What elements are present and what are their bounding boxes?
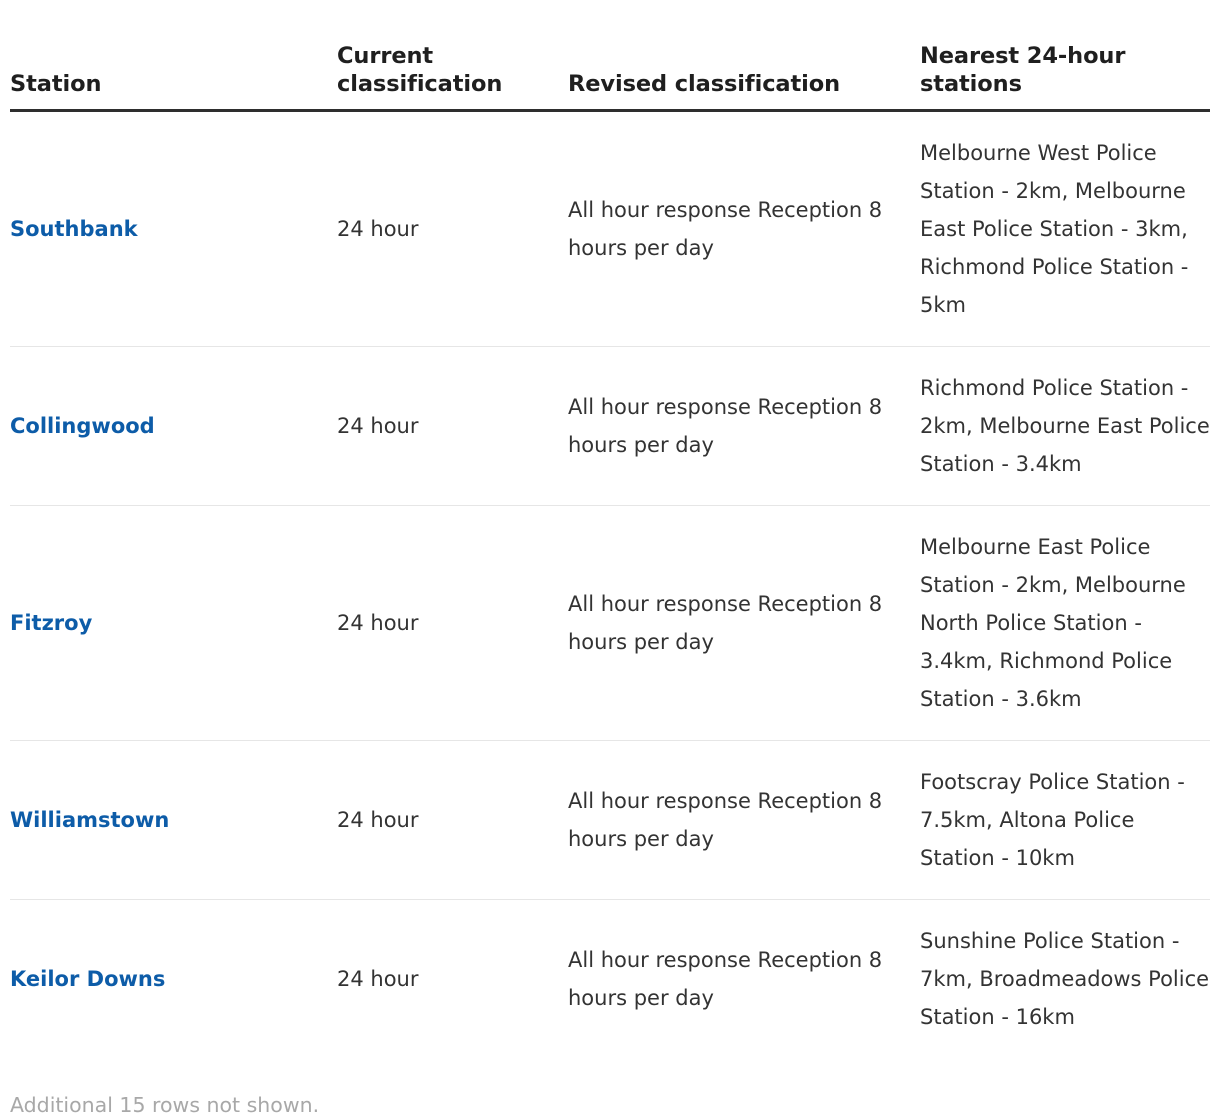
cell-current-classification: 24 hour (337, 110, 568, 347)
cell-nearest-stations: Richmond Police Station - 2km, Melbourne… (920, 346, 1210, 506)
table-header: Station Current classification Revised c… (10, 0, 1210, 112)
cell-current-classification: 24 hour (337, 966, 419, 991)
cell-station: Fitzroy (10, 505, 337, 741)
station-link[interactable]: Keilor Downs (10, 967, 165, 991)
table-row: Fitzroy 24 hour All hour response Recept… (10, 505, 1210, 741)
table-row: Collingwood 24 hour All hour response Re… (10, 346, 1210, 506)
cell-station: Southbank (10, 110, 337, 347)
table-row: Southbank 24 hour All hour response Rece… (10, 110, 1210, 347)
station-link[interactable]: Collingwood (10, 414, 155, 438)
cell-revised-classification: All hour response Reception 8 hours per … (568, 110, 920, 347)
table-header-row: Station Current classification Revised c… (10, 0, 1210, 112)
table-row: Williamstown 24 hour All hour response R… (10, 740, 1210, 900)
station-link[interactable]: Williamstown (10, 808, 169, 832)
cell-current-classification: 24 hour (337, 740, 568, 900)
column-header-station: Station (10, 0, 337, 112)
page-root: Station Current classification Revised c… (0, 0, 1220, 1118)
station-link[interactable]: Fitzroy (10, 611, 92, 635)
cell-station: Williamstown (10, 740, 337, 900)
cell-revised-classification: All hour response Reception 8 hours per … (568, 505, 920, 741)
truncation-note: Additional 15 rows not shown. (10, 1092, 320, 1117)
cell-revised-classification: All hour response Reception 8 hours per … (568, 740, 920, 900)
cell-nearest-stations: Sunshine Police Station - 7km, Broadmead… (920, 928, 1210, 1029)
cell-station: Collingwood (10, 346, 337, 506)
column-header-nearest-24-hour-stations: Nearest 24-hour stations (920, 0, 1210, 112)
station-link[interactable]: Southbank (10, 217, 138, 241)
cell-current-classification: 24 hour (337, 346, 568, 506)
column-header-current-classification: Current classification (337, 0, 568, 112)
cell-nearest-stations: Footscray Police Station - 7.5km, Altona… (920, 740, 1210, 900)
table-row: Keilor Downs 24 hour All hour response R… (10, 899, 1210, 1058)
cell-nearest-stations: Melbourne West Police Station - 2km, Mel… (920, 110, 1210, 347)
table-body: Southbank 24 hour All hour response Rece… (10, 110, 1210, 1058)
column-header-revised-classification: Revised classification (568, 0, 920, 112)
cell-station: Keilor Downs (10, 899, 337, 1058)
cell-revised-classification: All hour response Reception 8 hours per … (568, 947, 883, 1010)
station-classification-table: Station Current classification Revised c… (10, 0, 1210, 1058)
cell-current-classification: 24 hour (337, 505, 568, 741)
cell-revised-classification: All hour response Reception 8 hours per … (568, 346, 920, 506)
cell-nearest-stations: Melbourne East Police Station - 2km, Mel… (920, 505, 1210, 741)
